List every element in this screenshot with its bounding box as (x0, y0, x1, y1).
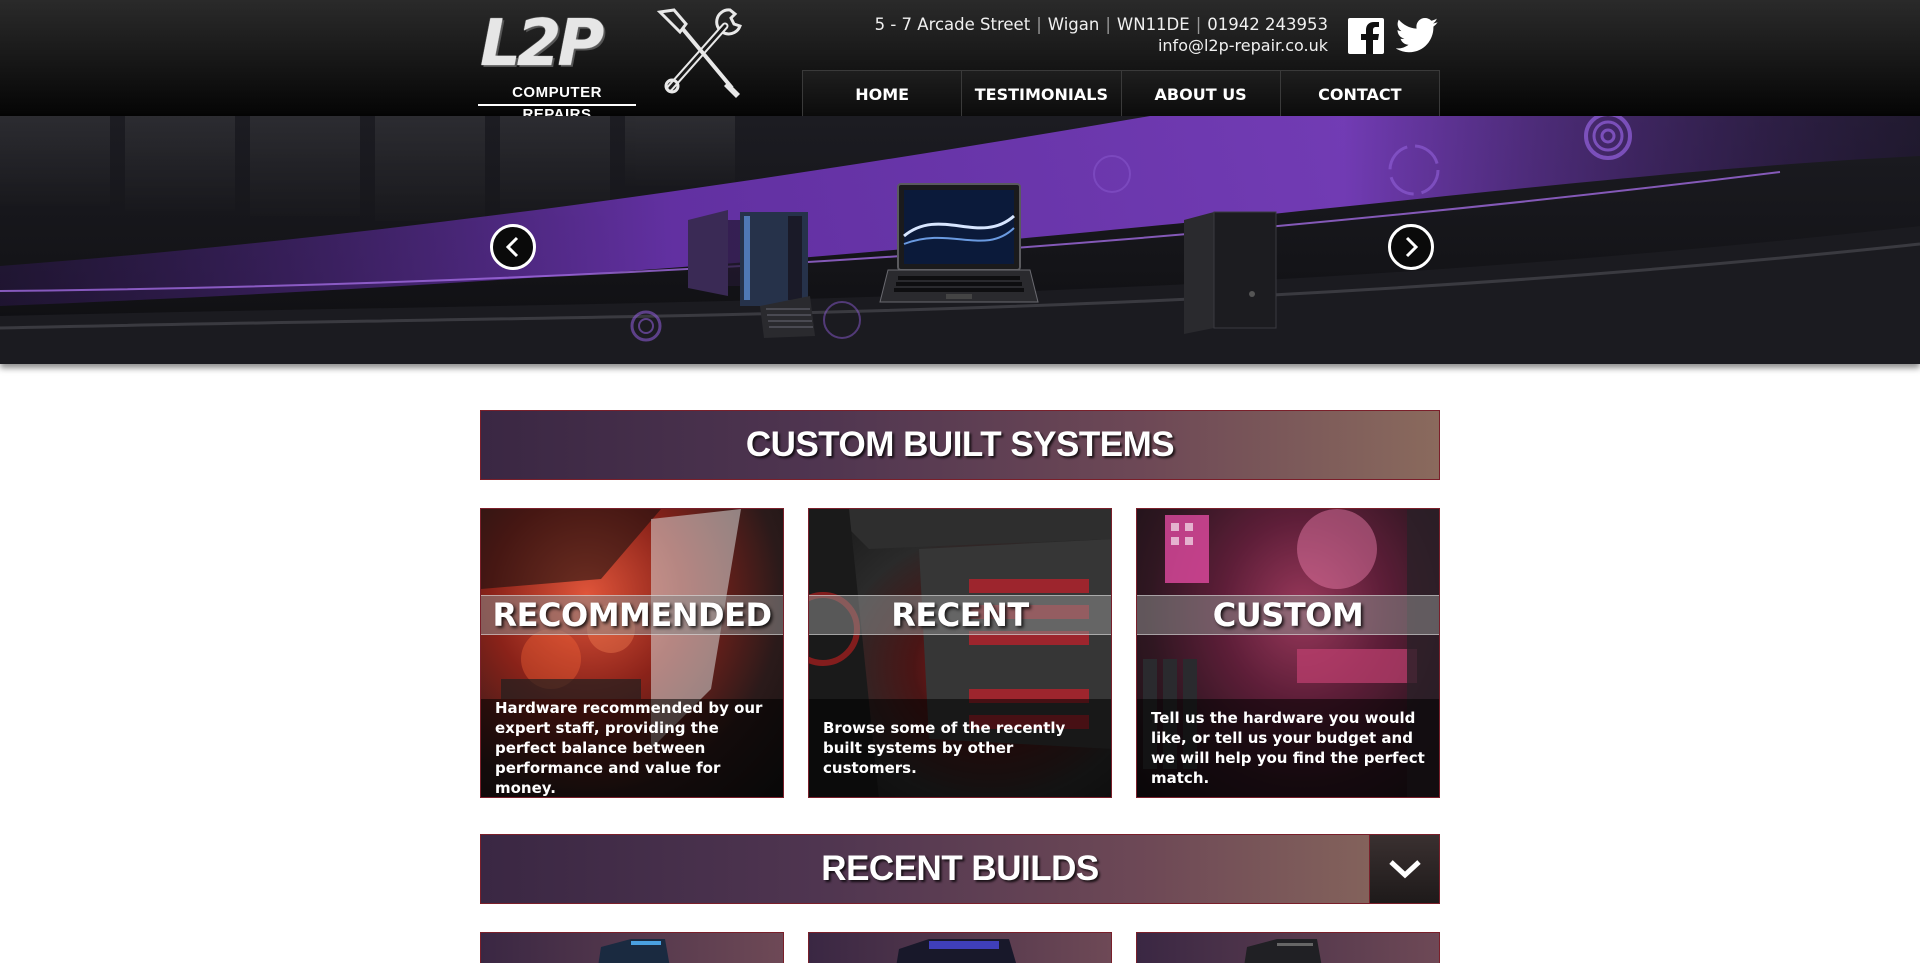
system-cards: RECOMMENDED Hardware recommended by our … (480, 508, 1440, 798)
recent-build-card[interactable] (808, 932, 1112, 963)
recent-build-card[interactable] (480, 932, 784, 963)
card-description: Tell us the hardware you would like, or … (1137, 699, 1439, 797)
card-recent[interactable]: RECENT Browse some of the recently built… (808, 508, 1112, 798)
separator: | (1105, 15, 1111, 34)
nav-home[interactable]: HOME (803, 71, 963, 117)
build-image (1244, 939, 1322, 963)
section-title: CUSTOM BUILT SYSTEMS (745, 425, 1175, 464)
address-street: 5 - 7 Arcade Street (874, 15, 1031, 34)
logo-subtitle: COMPUTER REPAIRS (478, 82, 636, 123)
facebook-icon[interactable] (1348, 18, 1384, 54)
recent-builds-toggle-button[interactable] (1369, 835, 1439, 903)
slider-next-button[interactable] (1388, 224, 1434, 270)
email-link[interactable]: info@l2p-repair.co.uk (1158, 36, 1328, 56)
nav-contact[interactable]: CONTACT (1281, 71, 1439, 117)
screwdriver-wrench-icon (656, 8, 742, 98)
nav-testimonials[interactable]: TESTIMONIALS (962, 71, 1122, 117)
card-title: RECENT (809, 595, 1111, 635)
hero-slider (0, 116, 1920, 364)
site-header: L2P COMPUTER REPAIRS 5 - 7 Arcade Street… (0, 0, 1920, 123)
chevron-down-icon (1388, 860, 1421, 879)
card-description: Hardware recommended by our expert staff… (481, 699, 783, 797)
card-custom[interactable]: CUSTOM Tell us the hardware you would li… (1136, 508, 1440, 798)
slider-prev-button[interactable] (490, 224, 536, 270)
section-title: RECENT BUILDS (821, 849, 1099, 888)
build-image (896, 939, 1017, 963)
card-title: RECOMMENDED (481, 595, 783, 635)
address-town: Wigan (1047, 15, 1100, 34)
phone-number[interactable]: 01942 243953 (1207, 15, 1328, 34)
custom-built-systems-banner: CUSTOM BUILT SYSTEMS (480, 410, 1440, 480)
hero-background (0, 116, 1920, 364)
chevron-right-icon (1405, 236, 1419, 258)
card-title: CUSTOM (1137, 595, 1439, 635)
separator: | (1036, 15, 1042, 34)
recent-build-card[interactable] (1136, 932, 1440, 963)
chevron-left-icon (505, 236, 519, 258)
logo-mark: L2P (480, 7, 604, 81)
separator: | (1195, 15, 1202, 34)
recent-builds-list (480, 932, 1440, 963)
card-recommended[interactable]: RECOMMENDED Hardware recommended by our … (480, 508, 784, 798)
address-postcode: WN11DE (1116, 15, 1190, 34)
build-image (598, 939, 670, 963)
twitter-icon[interactable] (1396, 18, 1438, 54)
nav-about-us[interactable]: ABOUT US (1122, 71, 1281, 117)
card-description: Browse some of the recently built system… (809, 699, 1111, 797)
main-nav: HOME TESTIMONIALS ABOUT US CONTACT (802, 70, 1440, 117)
recent-builds-banner: RECENT BUILDS (480, 834, 1440, 904)
site-logo[interactable]: L2P COMPUTER REPAIRS (478, 7, 636, 123)
contact-address: 5 - 7 Arcade Street | Wigan | WN11DE | 01942 2… (875, 15, 1328, 35)
